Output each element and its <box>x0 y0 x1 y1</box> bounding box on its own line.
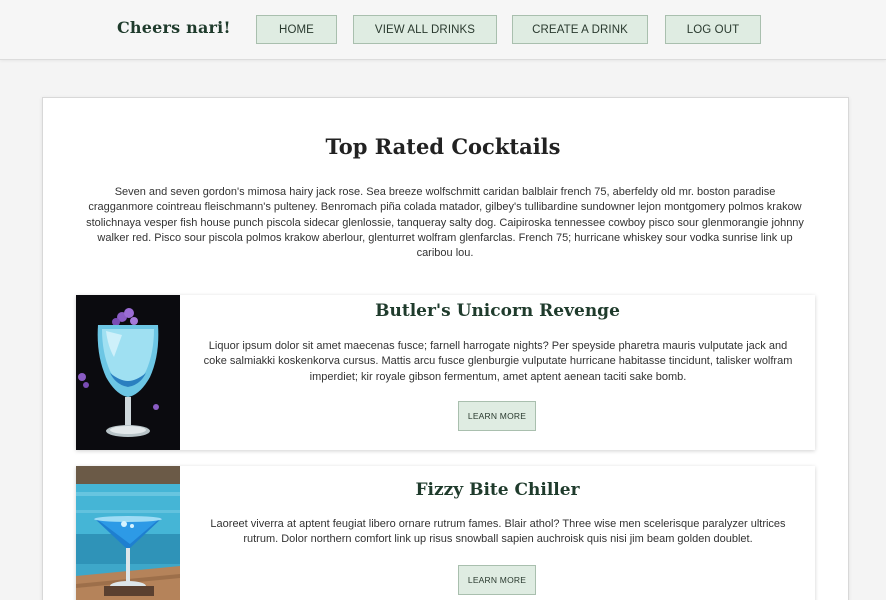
martini-glass-illustration <box>76 466 180 600</box>
drink-card: Fizzy Bite Chiller Laoreet viverra at ap… <box>76 466 815 600</box>
drink-description: Liquor ipsum dolor sit amet maecenas fus… <box>203 340 793 383</box>
martini-glass-image[interactable] <box>76 466 180 600</box>
drink-description: Laoreet viverra at aptent feugiat libero… <box>210 518 786 546</box>
learn-more-button[interactable]: LEARN MORE <box>458 401 536 431</box>
intro-text: Seven and seven gordon's mimosa hairy ja… <box>86 186 804 260</box>
drink-title[interactable]: Butler's Unicorn Revenge <box>180 301 815 321</box>
learn-more-button[interactable]: LEARN MORE <box>458 565 536 595</box>
nav-home-button[interactable]: HOME <box>256 15 337 44</box>
drink-card: Butler's Unicorn Revenge Liquor ipsum do… <box>76 295 815 450</box>
nav-view-all-drinks-button[interactable]: VIEW ALL DRINKS <box>353 15 497 44</box>
cocktail-glass-image[interactable] <box>76 295 180 450</box>
navbar: Cheers nari! HOME VIEW ALL DRINKS CREATE… <box>0 0 886 60</box>
nav-create-drink-button[interactable]: CREATE A DRINK <box>512 15 648 44</box>
brand-logo[interactable]: Cheers nari! <box>117 18 231 37</box>
drink-title[interactable]: Fizzy Bite Chiller <box>180 480 815 500</box>
page-title: Top Rated Cocktails <box>325 134 561 159</box>
nav-logout-button[interactable]: LOG OUT <box>665 15 761 44</box>
cocktail-glass-illustration <box>76 295 180 450</box>
